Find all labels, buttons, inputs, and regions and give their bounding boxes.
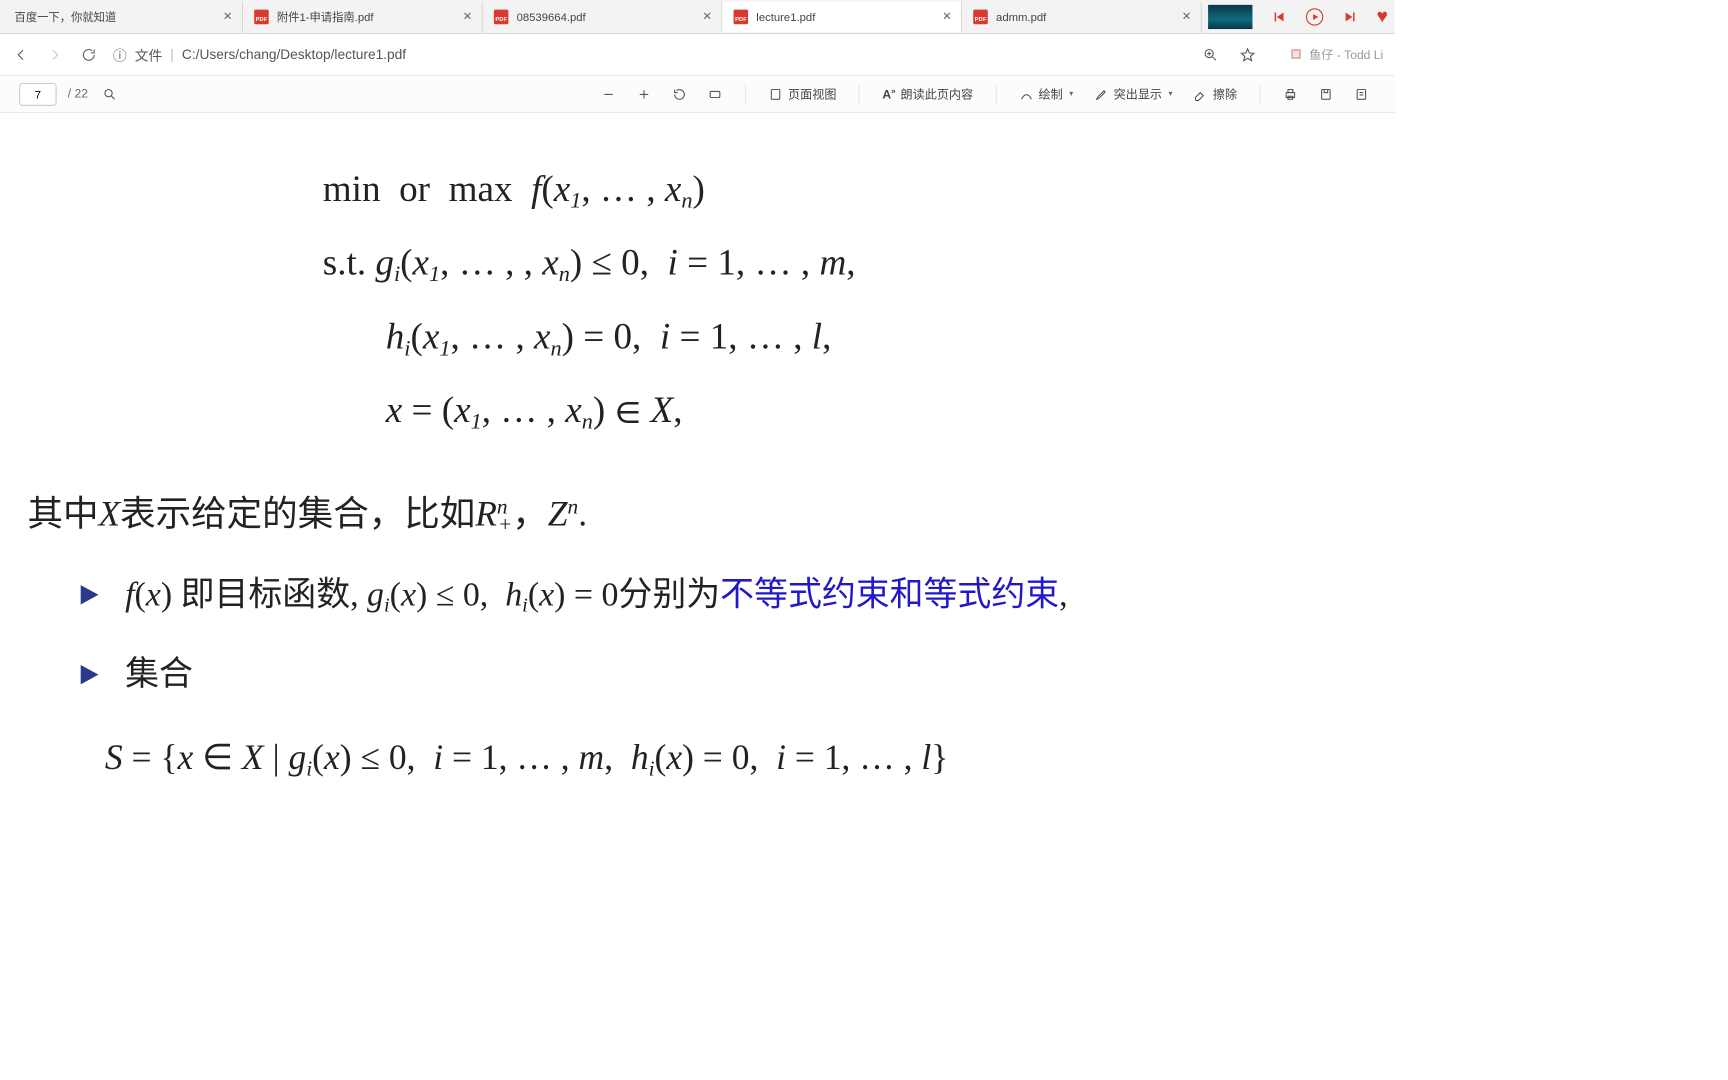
draw-label: 绘制 (1039, 86, 1063, 103)
tab-label: admm.pdf (996, 10, 1180, 23)
favorite-icon[interactable] (1238, 46, 1257, 62)
page-count: / 22 (68, 87, 88, 101)
txt: 即目标函数, (172, 576, 367, 613)
tabstrip: 百度一下，你就知道 ✕ 附件1-申请指南.pdf ✕ 08539664.pdf … (0, 0, 1394, 34)
song-artist: Todd Li (1344, 48, 1383, 62)
close-icon[interactable]: ✕ (461, 10, 474, 24)
read-aloud-label: 朗读此页内容 (901, 86, 974, 103)
url-field[interactable]: ⓘ 文件 | C:/Users/chang/Desktop/lecture1.p… (113, 44, 1186, 64)
zoom-icon[interactable] (1201, 46, 1220, 62)
next-track-button[interactable] (1339, 6, 1360, 27)
back-button[interactable] (11, 46, 30, 62)
tab-label: 附件1-申请指南.pdf (277, 8, 461, 24)
address-bar: ⓘ 文件 | C:/Users/chang/Desktop/lecture1.p… (0, 34, 1394, 76)
page-view-label: 页面视图 (788, 86, 836, 103)
heart-icon[interactable]: ♥ (1377, 5, 1388, 28)
tab-admm[interactable]: admm.pdf ✕ (962, 1, 1202, 32)
info-icon: ⓘ (113, 44, 127, 64)
music-badge-icon (1291, 49, 1301, 59)
zoom-in-button[interactable] (631, 84, 658, 105)
bullet-objective: f(x) 即目标函数, gi(x) ≤ 0, hi(x) = 0分别为不等式约束… (81, 566, 1379, 624)
pdf-toolbar: / 22 页面视图 A» 朗读此页内容 绘制 ▾ 突出显示 ▾ 擦除 (0, 76, 1394, 113)
text-where: 其中X表示给定的集合，比如Rn+，Zn. (27, 485, 1378, 542)
now-playing: 鱼仔 - Todd Li (1291, 46, 1383, 63)
math-domain: x = (x1, … , xn) ∈ X, (323, 375, 1379, 446)
chevron-down-icon: ▾ (1168, 90, 1172, 99)
close-icon[interactable]: ✕ (221, 10, 234, 24)
txt: 其中 (27, 494, 98, 534)
page-view-button[interactable]: 页面视图 (762, 82, 843, 105)
url-type: 文件 (135, 44, 162, 64)
txt: 集合 (125, 656, 193, 693)
highlight-label: 突出显示 (1114, 86, 1162, 103)
tab-attachment[interactable]: 附件1-申请指南.pdf ✕ (243, 1, 483, 32)
pdf-page: min or max f(x1, … , xn) s.t. gi(x1, … ,… (0, 113, 1394, 781)
math-block: min or max f(x1, … , xn) s.t. gi(x1, … ,… (323, 153, 1379, 445)
find-button[interactable] (96, 84, 123, 105)
song-title: 鱼仔 (1309, 48, 1333, 62)
erase-button[interactable]: 擦除 (1187, 82, 1244, 105)
bullet-set: 集合 (81, 647, 1379, 705)
erase-label: 擦除 (1213, 86, 1237, 103)
zoom-out-button[interactable] (595, 84, 622, 105)
math-objective: min or max f(x1, … , xn) (323, 153, 1379, 224)
chevron-down-icon: ▾ (1069, 90, 1073, 99)
url-text: C:/Users/chang/Desktop/lecture1.pdf (182, 46, 406, 62)
close-icon[interactable]: ✕ (701, 10, 714, 24)
txt: 表示给定的集合，比如 (120, 494, 475, 534)
refresh-button[interactable] (79, 46, 98, 62)
read-aloud-button[interactable]: A» 朗读此页内容 (876, 82, 980, 105)
bullet-list: f(x) 即目标函数, gi(x) ≤ 0, hi(x) = 0分别为不等式约束… (81, 566, 1379, 704)
draw-button[interactable]: 绘制 ▾ (1013, 82, 1080, 105)
play-button[interactable] (1304, 6, 1325, 27)
pdf-icon (494, 9, 509, 24)
separator: | (170, 46, 174, 62)
fit-button[interactable] (702, 84, 729, 105)
music-thumbnail[interactable] (1208, 4, 1252, 28)
pdf-icon (734, 9, 749, 24)
forward-button[interactable] (45, 46, 64, 62)
txt-blue: 不等式约束和等式约束 (720, 576, 1059, 613)
tab-baidu[interactable]: 百度一下，你就知道 ✕ (3, 1, 243, 32)
close-icon[interactable]: ✕ (1180, 10, 1193, 24)
feasible-set-definition: S = {x ∈ X | gi(x) ≤ 0, i = 1, … , m, hi… (105, 737, 1378, 781)
math-eq-constraint: hi(x1, … , xn) = 0, i = 1, … , l, (323, 301, 1379, 372)
pdf-icon (254, 9, 269, 24)
page-number-input[interactable] (19, 83, 56, 106)
highlight-button[interactable]: 突出显示 ▾ (1088, 82, 1179, 105)
tab-label: lecture1.pdf (756, 10, 940, 23)
rotate-button[interactable] (666, 84, 693, 105)
pdf-icon (973, 9, 988, 24)
music-controls (1268, 6, 1360, 27)
txt: 分别为 (618, 576, 720, 613)
print-button[interactable] (1277, 84, 1304, 105)
save-button[interactable] (1312, 84, 1339, 105)
close-icon[interactable]: ✕ (940, 10, 953, 24)
tab-lecture1[interactable]: lecture1.pdf ✕ (722, 1, 962, 32)
more-button[interactable] (1348, 84, 1375, 105)
math-ineq-constraint: s.t. gi(x1, … , , xn) ≤ 0, i = 1, … , m, (323, 227, 1379, 298)
tab-label: 08539664.pdf (517, 10, 701, 23)
prev-track-button[interactable] (1268, 6, 1289, 27)
tab-label: 百度一下，你就知道 (15, 8, 222, 24)
tab-08539664[interactable]: 08539664.pdf ✕ (483, 1, 723, 32)
